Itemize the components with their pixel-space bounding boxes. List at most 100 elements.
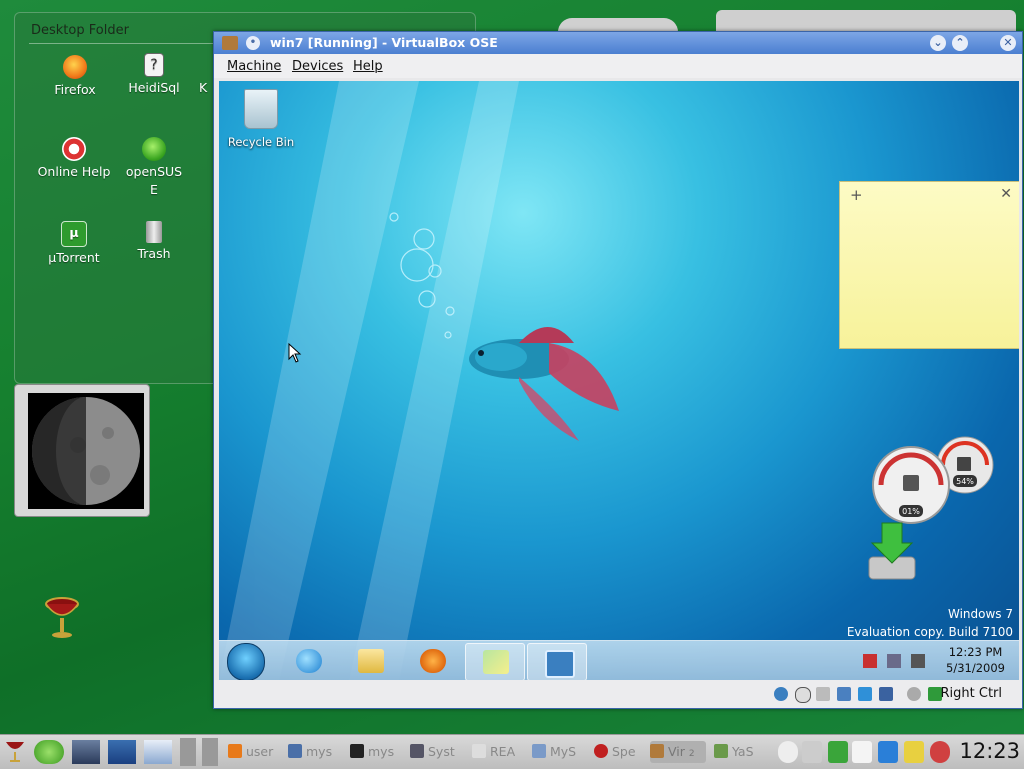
- minimize-button[interactable]: ⌄: [930, 35, 946, 51]
- drive-download-gadget: [868, 522, 916, 580]
- watermark-line1: Windows 7: [947, 607, 1013, 621]
- desktop-icon-label: Trash: [137, 246, 171, 261]
- action-center-flag-icon[interactable]: [863, 654, 877, 668]
- desktop-icon-online-help[interactable]: Online Help: [37, 137, 111, 181]
- network-manager-icon[interactable]: [144, 740, 172, 764]
- chalice-launcher-icon[interactable]: [4, 740, 26, 764]
- sticky-note[interactable]: + ✕: [839, 181, 1019, 349]
- divider: [29, 43, 214, 44]
- notes-icon[interactable]: [904, 741, 924, 763]
- network-adapter-icon[interactable]: [837, 687, 851, 701]
- taskbar-sticky-notes-button[interactable]: [465, 643, 525, 681]
- taskbar-explorer-button[interactable]: [341, 643, 399, 679]
- sticky-notes-icon: [483, 650, 509, 674]
- cpu-meter-gadget: 01% 54%: [872, 436, 994, 524]
- terminal-icon[interactable]: [108, 740, 136, 764]
- desktop-pager[interactable]: [180, 738, 218, 766]
- guest-screen[interactable]: Recycle Bin + ✕ 01% 54% Windows 7 Evalua…: [219, 81, 1019, 681]
- floppy-icon[interactable]: [816, 687, 830, 701]
- network-icon[interactable]: [887, 654, 901, 668]
- volume-muted-icon[interactable]: [911, 654, 925, 668]
- virtualbox-icon: [222, 36, 238, 50]
- firefox-icon: [63, 55, 87, 79]
- optical-drive-icon[interactable]: [795, 687, 811, 703]
- task-yast[interactable]: YaS: [714, 741, 766, 763]
- virtualbox-window[interactable]: • win7 [Running] - VirtualBox OSE ⌄ ⌃ ✕ …: [213, 31, 1023, 709]
- moon-phase-icon: [28, 393, 144, 509]
- media-player-icon: [420, 649, 446, 673]
- close-button[interactable]: ✕: [1000, 35, 1016, 51]
- opensuse-icon: [142, 137, 166, 161]
- mouse-integration-icon[interactable]: [907, 687, 921, 701]
- host-key-label: Right Ctrl: [940, 686, 1003, 701]
- task-mys-2[interactable]: mys: [350, 741, 402, 763]
- opera-icon: [594, 744, 608, 758]
- task-mys-3[interactable]: MyS: [532, 741, 588, 763]
- taskbar-ie-button[interactable]: [279, 643, 337, 679]
- gadgets-icon: [545, 650, 575, 678]
- desktop-icon-trash[interactable]: Trash: [117, 221, 191, 263]
- menu-bar: Machine Devices Help: [214, 54, 1022, 78]
- desktop-icon-firefox[interactable]: Firefox: [38, 55, 112, 99]
- desktop-icon-utorrent[interactable]: µ µTorrent: [37, 221, 111, 267]
- taskbar-gadgets-button[interactable]: [527, 643, 587, 681]
- host-taskbar: user mys mys Syst REA MyS Spe Vir 2 YaS …: [0, 734, 1024, 769]
- task-rea[interactable]: REA: [472, 741, 526, 763]
- maximize-button[interactable]: ⌃: [952, 35, 968, 51]
- task-syst[interactable]: Syst: [410, 741, 466, 763]
- help-lifebuoy-icon: [62, 137, 86, 161]
- recycle-bin-icon: [244, 89, 278, 129]
- volume-icon[interactable]: [802, 741, 822, 763]
- mysql-icon: [532, 744, 546, 758]
- hard-disk-icon[interactable]: [774, 687, 788, 701]
- windows-taskbar: 12:23 PM 5/31/2009: [219, 640, 1019, 681]
- desktop-icon-label: Firefox: [54, 82, 96, 97]
- taskbar-clock[interactable]: 12:23 PM 5/31/2009: [946, 644, 1005, 676]
- opensuse-menu-icon[interactable]: [34, 740, 64, 764]
- folder-icon: [358, 649, 384, 673]
- shared-folders-icon[interactable]: [858, 687, 872, 701]
- moon-phase-widget: [14, 384, 150, 517]
- text-editor-icon: [472, 744, 486, 758]
- file-manager-icon[interactable]: [72, 740, 100, 764]
- clipboard-icon[interactable]: [852, 741, 872, 763]
- betta-fish-wallpaper: [219, 81, 619, 681]
- desktop-icon-label: openSUS E: [125, 164, 183, 197]
- task-mys-1[interactable]: mys: [288, 741, 340, 763]
- trash-icon: [146, 221, 162, 243]
- menu-machine[interactable]: Machine: [227, 59, 281, 74]
- menu-help[interactable]: Help: [353, 59, 383, 74]
- desktop-icon-heidisql[interactable]: ? HeidiSql: [117, 53, 191, 97]
- host-clock[interactable]: 12:23: [959, 739, 1020, 763]
- task-spe[interactable]: Spe: [594, 741, 646, 763]
- pin-icon[interactable]: •: [246, 36, 260, 50]
- tray-expand-arrow-icon[interactable]: [778, 741, 798, 763]
- cpu-percent: 01%: [902, 507, 920, 516]
- system-monitor-icon: [410, 744, 424, 758]
- download-icon[interactable]: [828, 741, 848, 763]
- desktop-icon-opensuse[interactable]: openSUS E: [117, 137, 191, 199]
- task-virtualbox[interactable]: Vir 2: [650, 741, 706, 763]
- firefox-icon: [228, 744, 242, 758]
- menu-devices[interactable]: Devices: [292, 59, 343, 74]
- network-status-icon[interactable]: [930, 741, 950, 763]
- usb-icon[interactable]: [879, 687, 893, 701]
- desktop-icon-label: µTorrent: [48, 250, 100, 265]
- vbox-status-bar: Right Ctrl: [214, 680, 1022, 708]
- mouse-cursor-icon: [288, 343, 302, 363]
- virtualbox-icon: [650, 744, 664, 758]
- window-titlebar[interactable]: • win7 [Running] - VirtualBox OSE ⌄ ⌃ ✕: [214, 32, 1022, 54]
- chalice-icon: [45, 597, 79, 638]
- taskbar-media-player-button[interactable]: [403, 643, 461, 679]
- desktop-icon-label: Recycle Bin: [227, 135, 295, 149]
- clock-date: 5/31/2009: [946, 661, 1005, 675]
- sticky-add-button[interactable]: +: [850, 186, 863, 204]
- sticky-close-button[interactable]: ✕: [1000, 186, 1012, 202]
- internet-explorer-icon: [296, 649, 322, 673]
- task-user[interactable]: user: [228, 741, 278, 763]
- task-group-count: 2: [688, 749, 695, 759]
- start-button[interactable]: [227, 643, 265, 681]
- desktop-icon-label: K: [199, 80, 208, 95]
- desktop-icon-recycle-bin[interactable]: Recycle Bin: [226, 89, 296, 149]
- updater-icon[interactable]: [878, 741, 898, 763]
